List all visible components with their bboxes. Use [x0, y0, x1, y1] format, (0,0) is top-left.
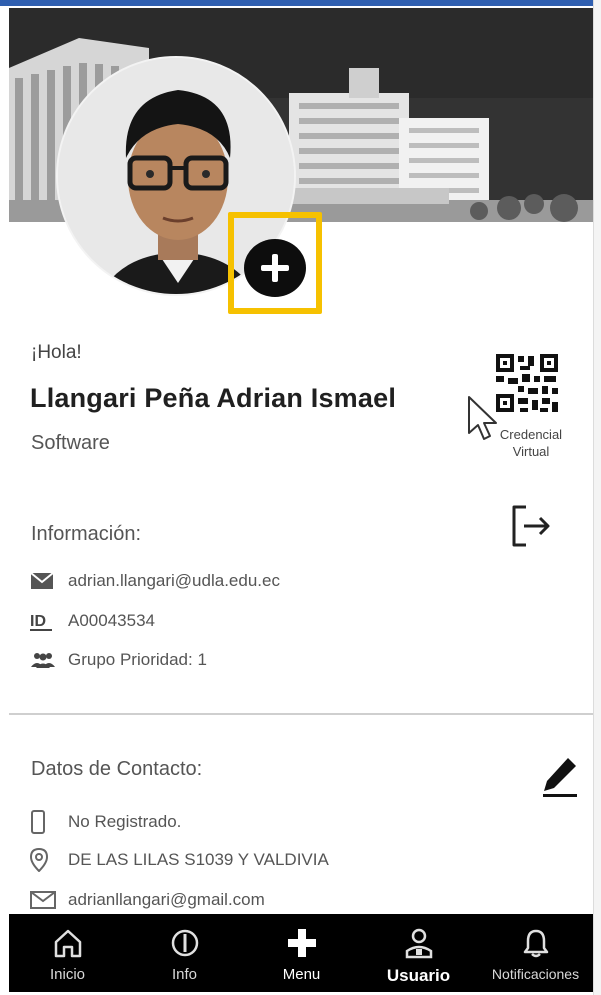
info-id-value: A00043534	[68, 611, 155, 630]
id-badge-icon: ID	[30, 610, 60, 632]
info-group-row: Grupo Prioridad: 1	[30, 648, 207, 672]
email-icon	[30, 570, 60, 592]
info-group-value: Grupo Prioridad: 1	[68, 650, 207, 669]
plus-icon	[282, 926, 322, 960]
user-program: Software	[31, 432, 110, 454]
highlight-box	[228, 212, 322, 314]
qr-code-icon	[496, 354, 558, 412]
bell-icon	[516, 926, 556, 960]
section-divider	[9, 713, 594, 715]
nav-label-usuario: Usuario	[386, 966, 451, 985]
group-icon	[30, 649, 60, 671]
home-icon	[48, 926, 88, 960]
contact-phone-value: No Registrado.	[68, 812, 182, 831]
nav-item-info[interactable]: Info	[126, 914, 243, 992]
info-icon	[165, 926, 205, 960]
info-email-row: adrian.llangari@udla.edu.ec	[30, 569, 280, 593]
contact-address-value: DE LAS LILAS S1039 Y VALDIVIA	[68, 850, 329, 869]
nav-item-notificaciones[interactable]: Notificaciones	[477, 914, 594, 992]
nav-item-inicio[interactable]: Inicio	[9, 914, 126, 992]
pencil-icon	[543, 758, 577, 797]
logout-button[interactable]	[508, 503, 554, 549]
nav-label-info: Info	[171, 966, 198, 983]
greeting-text: ¡Hola!	[31, 342, 82, 363]
phone-icon	[30, 810, 60, 834]
nav-label-inicio: Inicio	[49, 966, 86, 983]
contact-address-row: DE LAS LILAS S1039 Y VALDIVIA	[30, 848, 329, 872]
info-id-row: ID A00043534	[30, 609, 155, 633]
nav-item-menu[interactable]: Menu	[243, 914, 360, 992]
info-email-value: adrian.llangari@udla.edu.ec	[68, 571, 280, 590]
nav-label-notificaciones: Notificaciones	[491, 966, 580, 982]
contact-section-title: Datos de Contacto:	[31, 758, 203, 780]
nav-item-usuario[interactable]: Usuario	[360, 914, 477, 992]
contact-phone-row: No Registrado.	[30, 810, 181, 834]
right-edge	[593, 0, 601, 995]
user-name: Llangari Peña Adrian Ismael	[30, 383, 397, 413]
info-section-title: Información:	[31, 523, 142, 545]
svg-text:ID: ID	[30, 613, 46, 630]
envelope-icon	[30, 889, 60, 911]
edit-contact-button[interactable]	[540, 755, 580, 797]
contact-email-value: adrianllangari@gmail.com	[68, 890, 265, 909]
virtual-credential-label: Credencial Virtual	[499, 427, 563, 459]
app-screen: ¡Hola! Llangari Peña Adrian Ismael Softw…	[0, 0, 601, 995]
mouse-cursor-icon	[468, 396, 497, 440]
top-accent-bar	[0, 0, 601, 6]
virtual-credential-button[interactable]	[492, 352, 562, 419]
logout-icon	[512, 505, 550, 547]
contact-email-row: adrianllangari@gmail.com	[30, 888, 265, 912]
nav-label-menu: Menu	[282, 966, 321, 983]
location-pin-icon	[30, 848, 60, 872]
user-icon	[399, 926, 439, 960]
bottom-navigation: Inicio Info Menu Usuario Notificaciones	[9, 914, 594, 992]
